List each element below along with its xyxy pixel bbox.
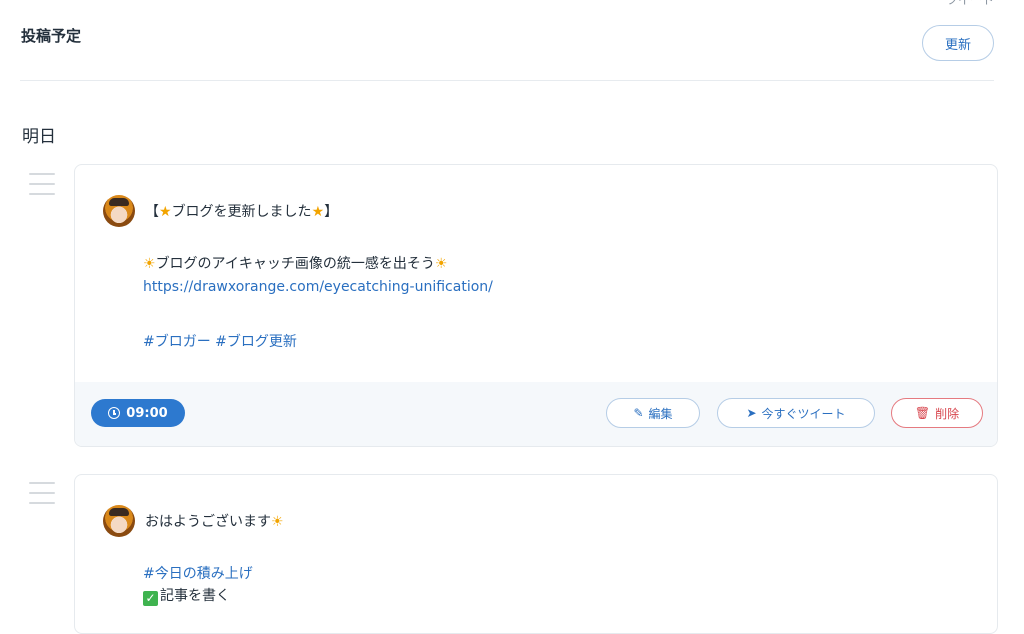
avatar <box>103 195 135 227</box>
edit-icon: ✎ <box>633 406 644 420</box>
page-header: 投稿予定 更新 <box>20 0 994 81</box>
sun-icon: ☀ <box>271 514 284 530</box>
sun-icon: ☀ <box>143 256 156 272</box>
sun-icon: ☀ <box>434 256 448 272</box>
scheduled-time: 09:00 <box>126 405 168 421</box>
scheduled-time-badge[interactable]: 09:00 <box>91 399 185 427</box>
post-title: おはようございます☀ <box>145 514 284 530</box>
edit-button[interactable]: ✎ 編集 <box>606 398 700 428</box>
post-hashtags[interactable]: #ブロガー #ブログ更新 <box>143 331 297 351</box>
drag-handle-icon[interactable] <box>29 482 55 504</box>
send-icon: ➤ <box>746 406 757 420</box>
star-icon: ★ <box>159 204 172 220</box>
star-icon: ★ <box>311 204 325 220</box>
post-line: ☀ブログのアイキャッチ画像の統一感を出そう☀ <box>143 256 448 272</box>
check-icon: ✓ <box>143 591 158 606</box>
avatar <box>103 505 135 537</box>
scheduled-post-card: おはようございます☀ #今日の積み上げ ✓ 記事を書く <box>74 474 998 634</box>
tweet-now-button[interactable]: ➤ 今すぐツイート <box>717 398 875 428</box>
post-line: ✓ 記事を書く <box>143 585 230 606</box>
post-hashtags[interactable]: #今日の積み上げ <box>143 563 253 583</box>
card-footer: 09:00 ✎ 編集 ➤ 今すぐツイート 🗑 削除 <box>75 382 997 446</box>
delete-button[interactable]: 🗑 削除 <box>891 398 983 428</box>
trash-icon: 🗑 <box>914 406 931 420</box>
drag-handle-icon[interactable] <box>29 173 55 195</box>
scheduled-post-card: 【★ブログを更新しました★】 ☀ブログのアイキャッチ画像の統一感を出そう☀ ht… <box>74 164 998 447</box>
refresh-button[interactable]: 更新 <box>922 25 994 61</box>
post-link[interactable]: https://drawxorange.com/eyecatching-unif… <box>143 279 493 295</box>
clock-icon <box>108 407 121 419</box>
post-title: 【★ブログを更新しました★】 <box>145 204 339 220</box>
page-title: 投稿予定 <box>21 27 82 45</box>
section-title-tomorrow: 明日 <box>22 127 56 147</box>
